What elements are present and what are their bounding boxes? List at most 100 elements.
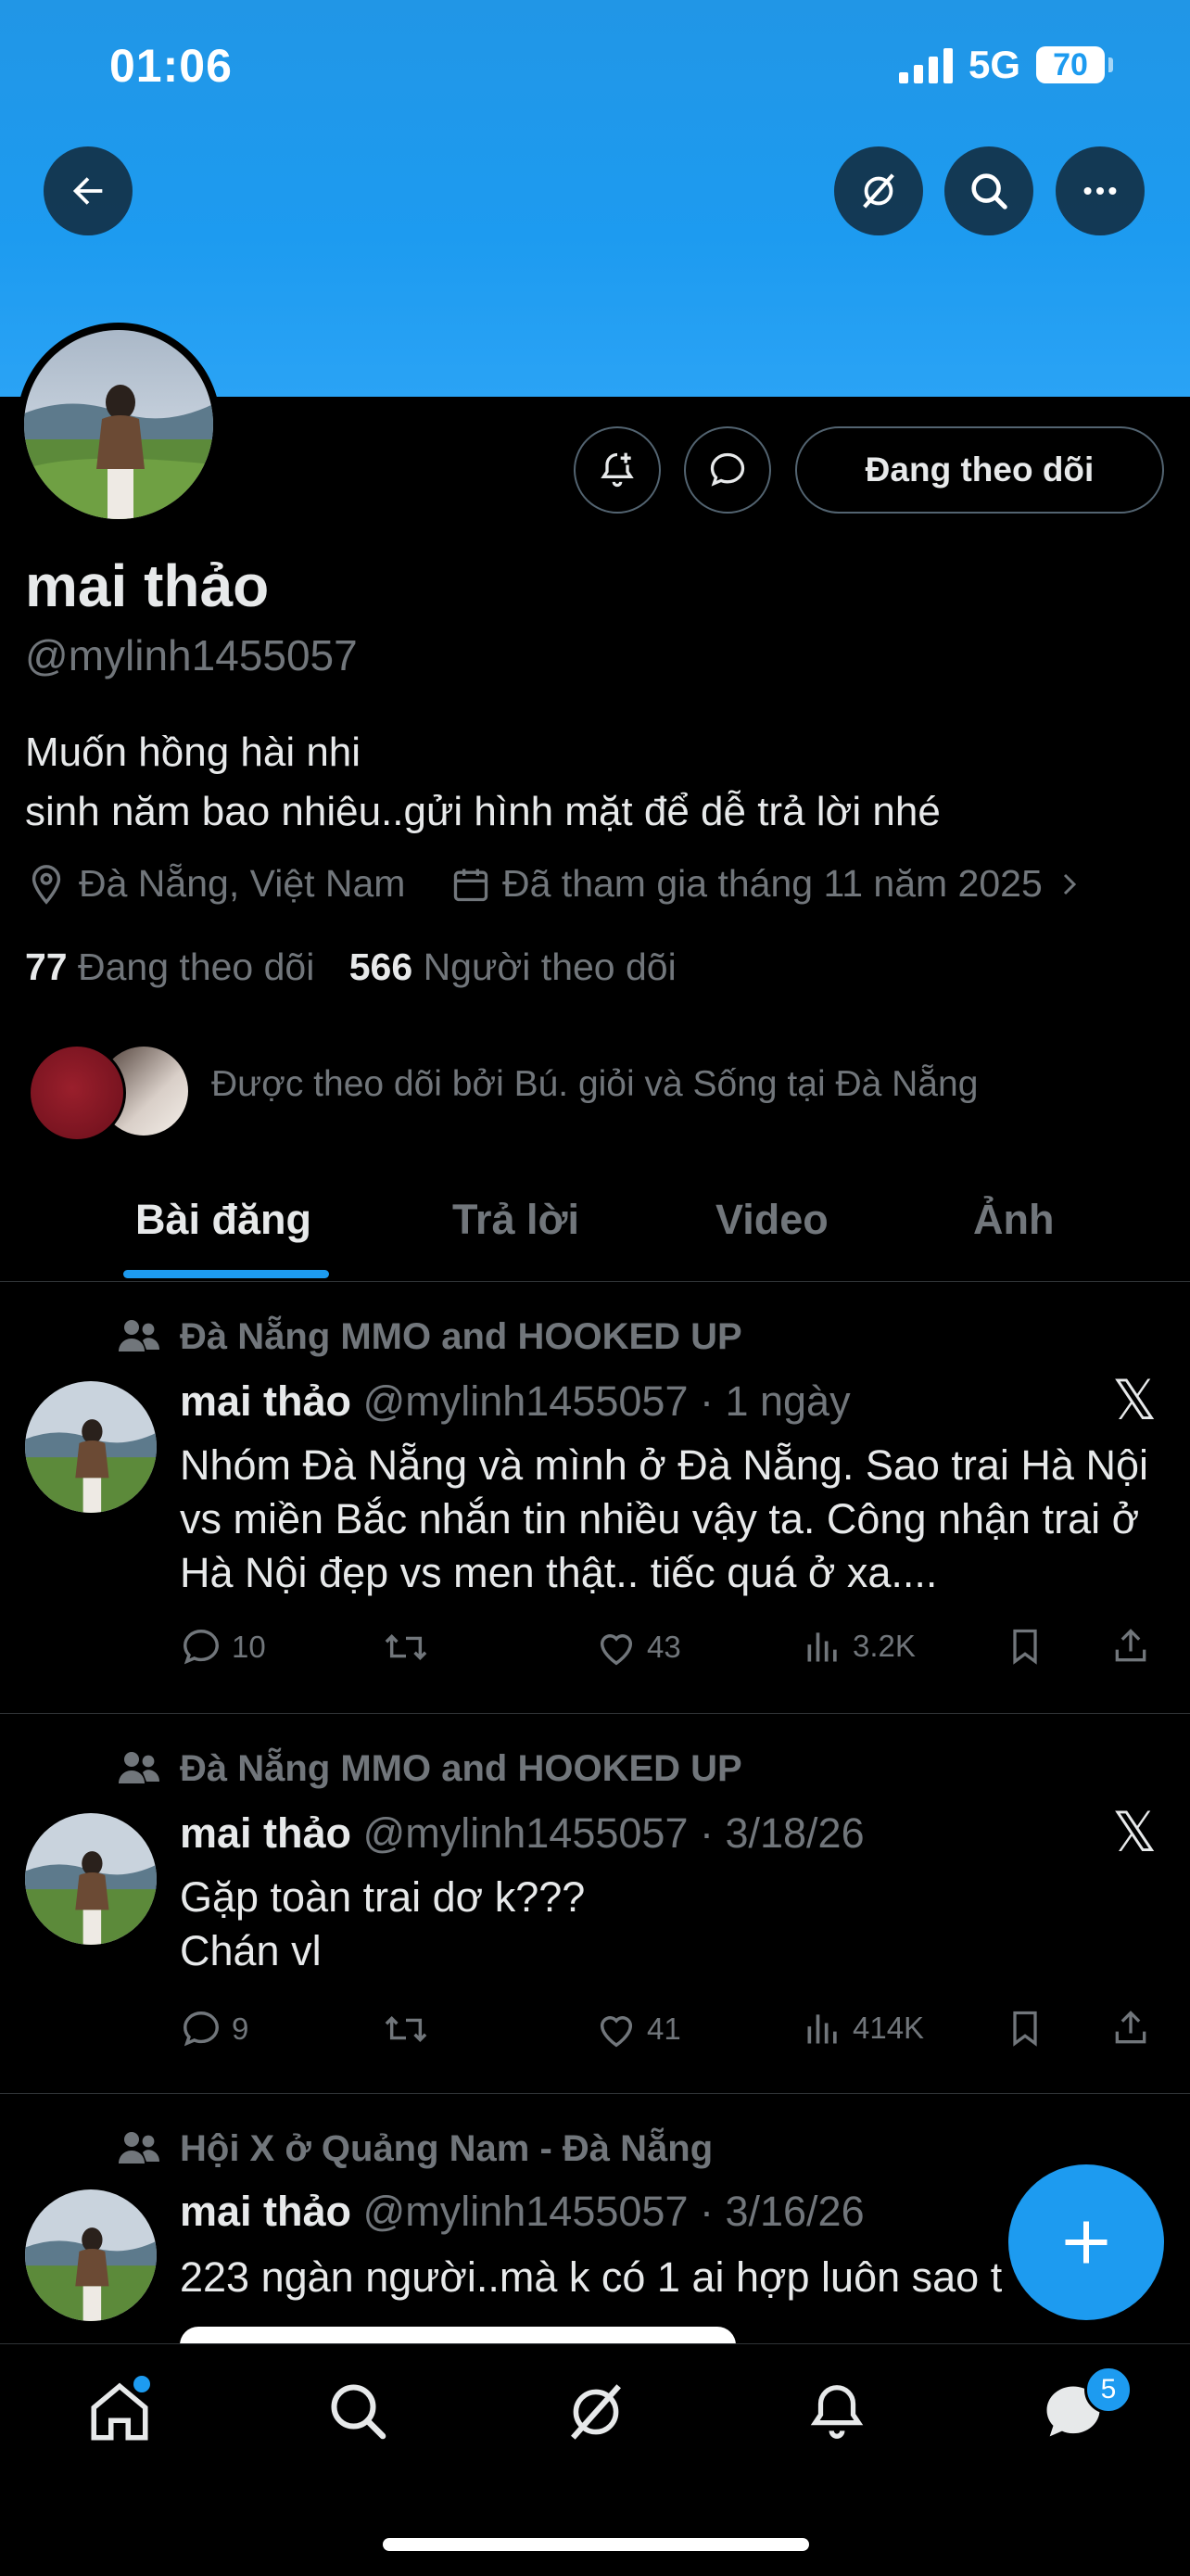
chevron-right-icon — [1063, 873, 1076, 895]
profile-bio: Muốn hồng hài nhi sinh năm bao nhiêu..gử… — [25, 723, 941, 842]
heart-icon — [600, 2016, 633, 2048]
x-logo-icon[interactable]: 𝕏 — [1112, 1368, 1157, 1433]
post-avatar[interactable] — [25, 1813, 157, 1945]
post-community[interactable]: Đà Nẵng MMO and HOOKED UP — [180, 1316, 742, 1358]
bookmark-action[interactable] — [1005, 1626, 1045, 1667]
compose-button[interactable] — [1008, 2164, 1164, 2320]
active-tab-indicator — [123, 1270, 329, 1278]
grok-icon — [863, 173, 894, 209]
views-action[interactable]: 3.2K — [803, 1626, 916, 1667]
x-logo-icon[interactable]: 𝕏 — [1112, 1800, 1157, 1865]
location-row: Đà Nẵng, Việt Nam — [25, 862, 405, 906]
joined-row[interactable]: Đã tham gia tháng 11 năm 2025 — [450, 862, 1083, 906]
status-time: 01:06 — [109, 40, 233, 92]
battery-tip — [1108, 57, 1113, 72]
post-community[interactable]: Hội X ở Quảng Nam - Đà Nẵng — [180, 2128, 713, 2170]
more-button[interactable] — [1056, 146, 1145, 235]
bell-icon — [810, 2385, 864, 2439]
location-pin-icon — [32, 864, 61, 905]
like-count: 41 — [647, 2011, 681, 2046]
reply-action[interactable]: 10 — [180, 1626, 266, 1669]
post-item[interactable]: Đà Nẵng MMO and HOOKED UP mai thảo @myli… — [0, 1715, 1190, 2094]
reply-action[interactable]: 9 — [180, 2008, 248, 2050]
reply-icon — [184, 2011, 219, 2047]
nav-notifications[interactable] — [804, 2378, 869, 2451]
chat-bubble-icon — [710, 452, 745, 487]
nav-home[interactable] — [85, 2376, 154, 2451]
home-indicator — [383, 2538, 809, 2551]
following-count: 77 — [25, 945, 68, 988]
repost-icon — [385, 1634, 427, 1660]
share-action[interactable] — [1110, 2008, 1151, 2049]
post-avatar[interactable] — [25, 1381, 157, 1513]
tab-videos[interactable]: Video — [715, 1196, 829, 1244]
followers-link[interactable]: 566 Người theo dõi — [349, 945, 677, 988]
like-action[interactable]: 43 — [595, 1626, 681, 1669]
profile-avatar[interactable] — [17, 323, 221, 527]
bar-chart-icon — [807, 1632, 837, 1662]
following-link[interactable]: 77 Đang theo dõi — [25, 945, 314, 988]
repost-action[interactable] — [382, 2008, 430, 2050]
search-button[interactable] — [944, 146, 1033, 235]
followed-by-avatars[interactable] — [28, 1042, 191, 1142]
followed-by-text[interactable]: Được theo dõi bởi Bú. giỏi và Sống tại Đ… — [211, 1064, 978, 1105]
back-button[interactable] — [44, 146, 133, 235]
repost-action[interactable] — [382, 1626, 430, 1669]
post-meta: @mylinh1455057 · 3/16/26 — [362, 2188, 865, 2235]
views-count: 3.2K — [853, 1629, 916, 1663]
media-preview[interactable] — [180, 2327, 736, 2343]
post-meta: @mylinh1455057 · 1 ngày — [362, 1377, 851, 1425]
followers-count: 566 — [348, 945, 413, 988]
bookmark-icon — [1013, 1629, 1037, 1665]
post-header: mai thảo @mylinh1455057 · 3/18/26 — [180, 1809, 865, 1858]
profile-tabs: Bài đăng Trả lời Video Ảnh — [0, 1159, 1190, 1282]
nav-grok[interactable] — [562, 2378, 630, 2451]
like-action[interactable]: 41 — [595, 2008, 681, 2050]
community-icon — [119, 1320, 159, 1351]
display-name: mai thảo — [25, 552, 270, 619]
bar-chart-icon — [807, 2014, 837, 2044]
message-button[interactable] — [684, 426, 771, 514]
community-icon — [119, 2132, 159, 2164]
calendar-icon — [453, 869, 488, 901]
post-avatar[interactable] — [25, 2189, 157, 2321]
views-count: 414K — [853, 2011, 925, 2045]
post-text: Gặp toàn trai dơ k??? Chán vl — [180, 1871, 1171, 1978]
signal-icon — [899, 48, 953, 83]
post-actions: 9 41 414K — [180, 2008, 1171, 2063]
views-action[interactable]: 414K — [803, 2008, 924, 2049]
share-icon — [1115, 1629, 1146, 1662]
tab-photos[interactable]: Ảnh — [973, 1196, 1054, 1244]
post-item[interactable]: Đà Nẵng MMO and HOOKED UP mai thảo @myli… — [0, 1283, 1190, 1714]
like-count: 43 — [647, 1630, 681, 1664]
tab-posts[interactable]: Bài đăng — [135, 1196, 311, 1244]
follow-counts: 77 Đang theo dõi 566 Người theo dõi — [25, 945, 677, 989]
grok-button[interactable] — [834, 146, 923, 235]
post-community[interactable]: Đà Nẵng MMO and HOOKED UP — [180, 1748, 742, 1790]
bookmark-action[interactable] — [1005, 2008, 1045, 2049]
share-icon — [1115, 2011, 1146, 2044]
nav-search[interactable] — [324, 2378, 391, 2449]
post-header: mai thảo @mylinh1455057 · 3/16/26 — [180, 2188, 865, 2236]
notify-button[interactable] — [574, 426, 661, 514]
plus-icon — [1065, 2221, 1108, 2264]
post-author[interactable]: mai thảo — [180, 1809, 351, 1857]
post-text: Nhóm Đà Nẵng và mình ở Đà Nẵng. Sao trai… — [180, 1441, 1148, 1596]
share-action[interactable] — [1110, 1626, 1151, 1667]
avatar-photo — [25, 1813, 157, 1945]
reply-count: 9 — [232, 2011, 249, 2046]
user-handle: @mylinh1455057 — [25, 631, 358, 679]
bio-line: Muốn hồng hài nhi — [25, 730, 361, 775]
tab-replies[interactable]: Trả lời — [452, 1196, 579, 1244]
grok-icon — [571, 2384, 621, 2440]
arrow-left-icon — [72, 177, 103, 205]
bell-plus-icon — [601, 452, 634, 488]
reply-icon — [184, 1630, 219, 1665]
heart-icon — [600, 1634, 633, 1666]
following-button[interactable]: Đang theo dõi — [795, 426, 1164, 514]
post-text-line: Chán vl — [180, 1927, 322, 1974]
followers-label: Người theo dõi — [423, 945, 677, 988]
post-author[interactable]: mai thảo — [180, 1377, 351, 1425]
post-author[interactable]: mai thảo — [180, 2188, 351, 2235]
messages-badge: 5 — [1084, 2366, 1133, 2414]
